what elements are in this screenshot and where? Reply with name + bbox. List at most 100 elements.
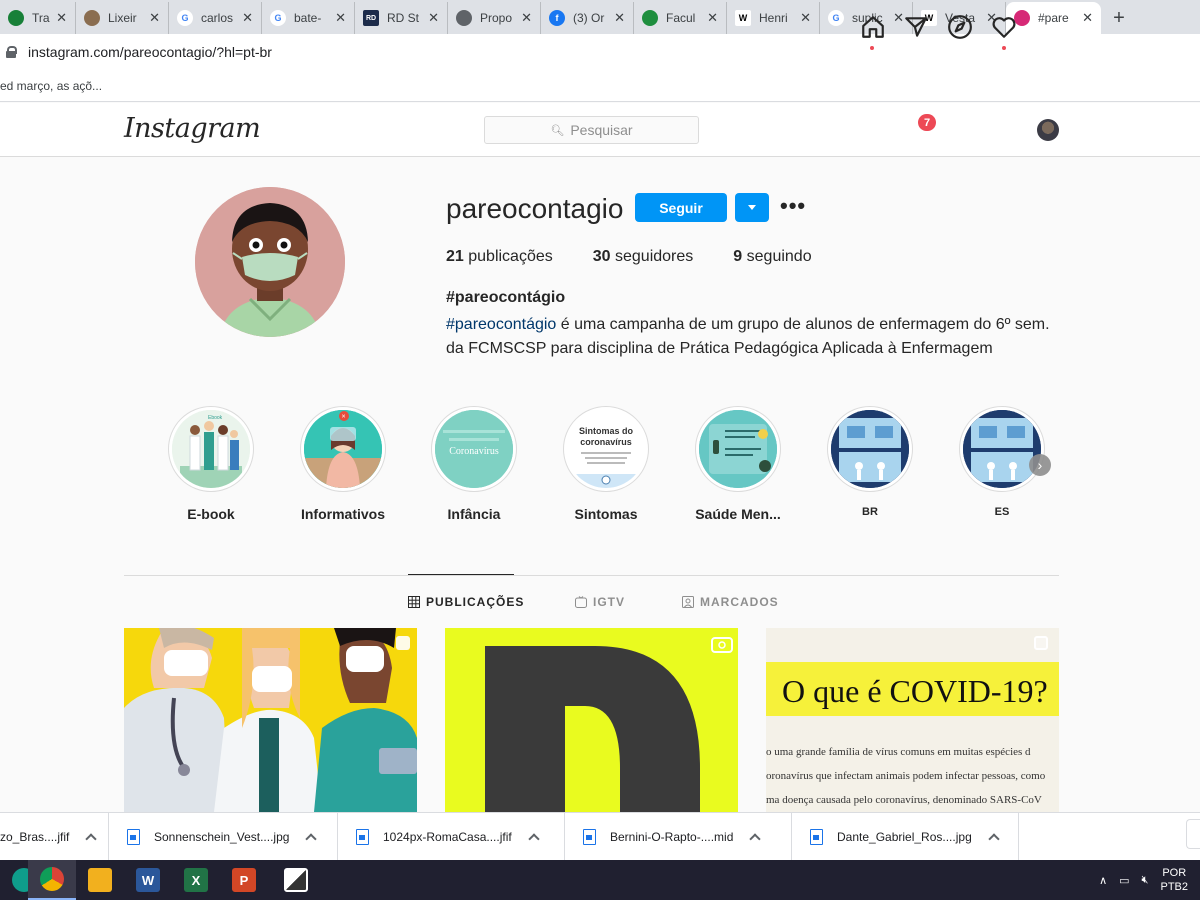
activity-heart-icon[interactable]	[991, 14, 1017, 40]
post-thumbnail[interactable]	[445, 628, 738, 812]
profile-avatar-small[interactable]	[1037, 119, 1059, 141]
close-tab-icon[interactable]: ✕	[149, 10, 160, 26]
svg-text:×: ×	[342, 414, 346, 421]
follow-button[interactable]: Seguir	[635, 193, 727, 222]
stat-followers[interactable]: 30 seguidores	[593, 248, 694, 266]
close-tab-icon[interactable]: ✕	[242, 10, 253, 26]
chevron-up-icon[interactable]	[528, 832, 540, 845]
new-tab-button[interactable]: +	[1101, 2, 1137, 34]
close-tab-icon[interactable]: ✕	[707, 10, 718, 26]
instagram-logo[interactable]: Instagram	[124, 113, 261, 144]
browser-tab[interactable]: W Henri ✕	[727, 2, 820, 34]
download-item[interactable]: Dante_Gabriel_Ros....jpg	[792, 812, 1019, 861]
download-item[interactable]: Sonnenschein_Vest....jpg	[109, 812, 338, 861]
profile-avatar[interactable]	[195, 187, 345, 337]
chevron-up-icon[interactable]: ∧	[1099, 874, 1107, 887]
svg-text:Coronavírus: Coronavírus	[449, 446, 499, 457]
stat-following[interactable]: 9 seguindo	[733, 248, 811, 266]
highlight-label: ES	[994, 506, 1010, 518]
file-explorer-icon	[88, 868, 112, 892]
post3-body: o uma grande família de vírus comuns em …	[766, 746, 1046, 806]
browser-tab[interactable]: Lixeir ✕	[76, 2, 169, 34]
chevron-up-icon[interactable]	[749, 832, 762, 845]
search-input[interactable]: 🔍︎ Pesquisar	[484, 116, 699, 144]
powerpoint-icon: P	[232, 868, 256, 892]
post-thumbnail[interactable]	[124, 628, 417, 812]
highlights-next-arrow-icon[interactable]: ›	[1029, 454, 1051, 476]
chevron-up-icon[interactable]	[988, 832, 1000, 845]
tab-marcados[interactable]: MARCADOS	[682, 595, 779, 609]
download-item[interactable]: zo_Bras....jfif	[0, 812, 109, 861]
tab-publicacoes[interactable]: PUBLICAÇÕES	[408, 595, 524, 609]
browser-tab[interactable]: Trans ✕	[0, 2, 76, 34]
options-button[interactable]: •••	[780, 193, 806, 219]
close-tab-icon[interactable]: ✕	[521, 10, 532, 26]
highlight-saude-mental[interactable]: Saúde Men...	[688, 406, 788, 522]
url-text[interactable]: instagram.com/pareocontagio/?hl=pt-br	[28, 44, 272, 60]
highlight-sintomas-cover: Sintomas do coronavírus	[567, 410, 645, 488]
hedgehog-icon	[84, 10, 100, 26]
chevron-up-icon[interactable]	[85, 832, 98, 845]
highlight-label: BR	[862, 506, 878, 518]
browser-tab-title: Propo	[480, 11, 513, 25]
browser-tab[interactable]: Gbate- ✕	[262, 2, 355, 34]
close-tab-icon[interactable]: ✕	[1082, 10, 1093, 26]
stat-posts: 21 publicações	[446, 248, 553, 265]
home-icon[interactable]	[860, 14, 886, 40]
taskbar-app[interactable]: X	[172, 860, 220, 900]
highlight-sintomas[interactable]: Sintomas do coronavírus Sintomas	[556, 406, 656, 522]
download-item[interactable]: 1024px-RomaCasa....jfif	[338, 812, 565, 861]
svg-text:Sintomas do: Sintomas do	[579, 426, 634, 436]
browser-tab[interactable]: Facul ✕	[634, 2, 727, 34]
post2-letter-d-image	[445, 628, 738, 812]
close-tab-icon[interactable]: ✕	[614, 10, 625, 26]
taskbar-app[interactable]	[28, 860, 76, 900]
highlight-informativos[interactable]: × Informativos	[293, 406, 393, 522]
post-thumbnail[interactable]: O que é COVID-19? o uma grande família d…	[766, 628, 1059, 812]
chevron-up-icon[interactable]	[305, 832, 318, 845]
search-placeholder: Pesquisar	[570, 122, 633, 138]
facebook-icon: f	[549, 10, 565, 26]
close-tab-icon[interactable]: ✕	[335, 10, 346, 26]
highlight-label: Infância	[447, 506, 501, 522]
download-item[interactable]: Bernini-O-Rapto-....mid	[565, 812, 792, 861]
nurse-illustration	[195, 187, 345, 337]
profile-username: pareocontagio	[446, 193, 624, 224]
excel-icon: X	[184, 868, 208, 892]
direct-messages-icon[interactable]	[903, 14, 929, 40]
browser-tab[interactable]: Gcarlos ✕	[169, 2, 262, 34]
highlight-ebook[interactable]: Ebook E-book	[161, 406, 261, 522]
highlight-br[interactable]: BR	[820, 406, 920, 518]
close-tab-icon[interactable]: ✕	[428, 10, 439, 26]
tab-igtv[interactable]: IGTV	[575, 595, 625, 609]
carousel-icon	[1034, 636, 1048, 650]
taskbar-app[interactable]: W	[124, 860, 172, 900]
chrome-icon	[40, 867, 64, 891]
highlight-saude-mental-cover	[699, 410, 777, 488]
bio-hashtag-link[interactable]: #pareocontágio	[446, 316, 556, 333]
downloads-bar: zo_Bras....jfif Sonnenschein_Vest....jpg…	[0, 812, 1200, 861]
language-indicator[interactable]: POR PTB2	[1160, 866, 1188, 894]
browser-tab-title: Facul	[666, 11, 696, 25]
close-tab-icon[interactable]: ✕	[56, 10, 67, 26]
network-icon[interactable]: ▭	[1119, 874, 1129, 887]
browser-tab-title: carlos	[201, 11, 234, 25]
lock-icon[interactable]	[6, 46, 17, 58]
browser-tab[interactable]: RD RD St ✕	[355, 2, 448, 34]
bookmark-item[interactable]: ed março, as açõ...	[0, 79, 102, 93]
suggested-accounts-button[interactable]	[735, 193, 769, 222]
taskbar-app[interactable]	[76, 860, 124, 900]
windows-taskbar: WXP	[0, 860, 1200, 900]
profile-full-name: #pareocontágio	[446, 289, 566, 306]
taskbar-app[interactable]	[272, 860, 320, 900]
bookmarks-bar: ed março, as açõ...	[0, 70, 1200, 102]
taskbar-app[interactable]: P	[220, 860, 268, 900]
highlight-infancia[interactable]: Coronavírus Infância	[424, 406, 524, 522]
close-tab-icon[interactable]: ✕	[800, 10, 811, 26]
volume-muted-icon[interactable]: 🔇︎	[1142, 874, 1149, 887]
browser-tab[interactable]: f (3) Or ✕	[541, 2, 634, 34]
explore-icon[interactable]	[947, 14, 973, 40]
downloads-show-all-button[interactable]	[1186, 819, 1200, 849]
highlight-br-cover	[831, 410, 909, 488]
browser-tab[interactable]: Propo ✕	[448, 2, 541, 34]
